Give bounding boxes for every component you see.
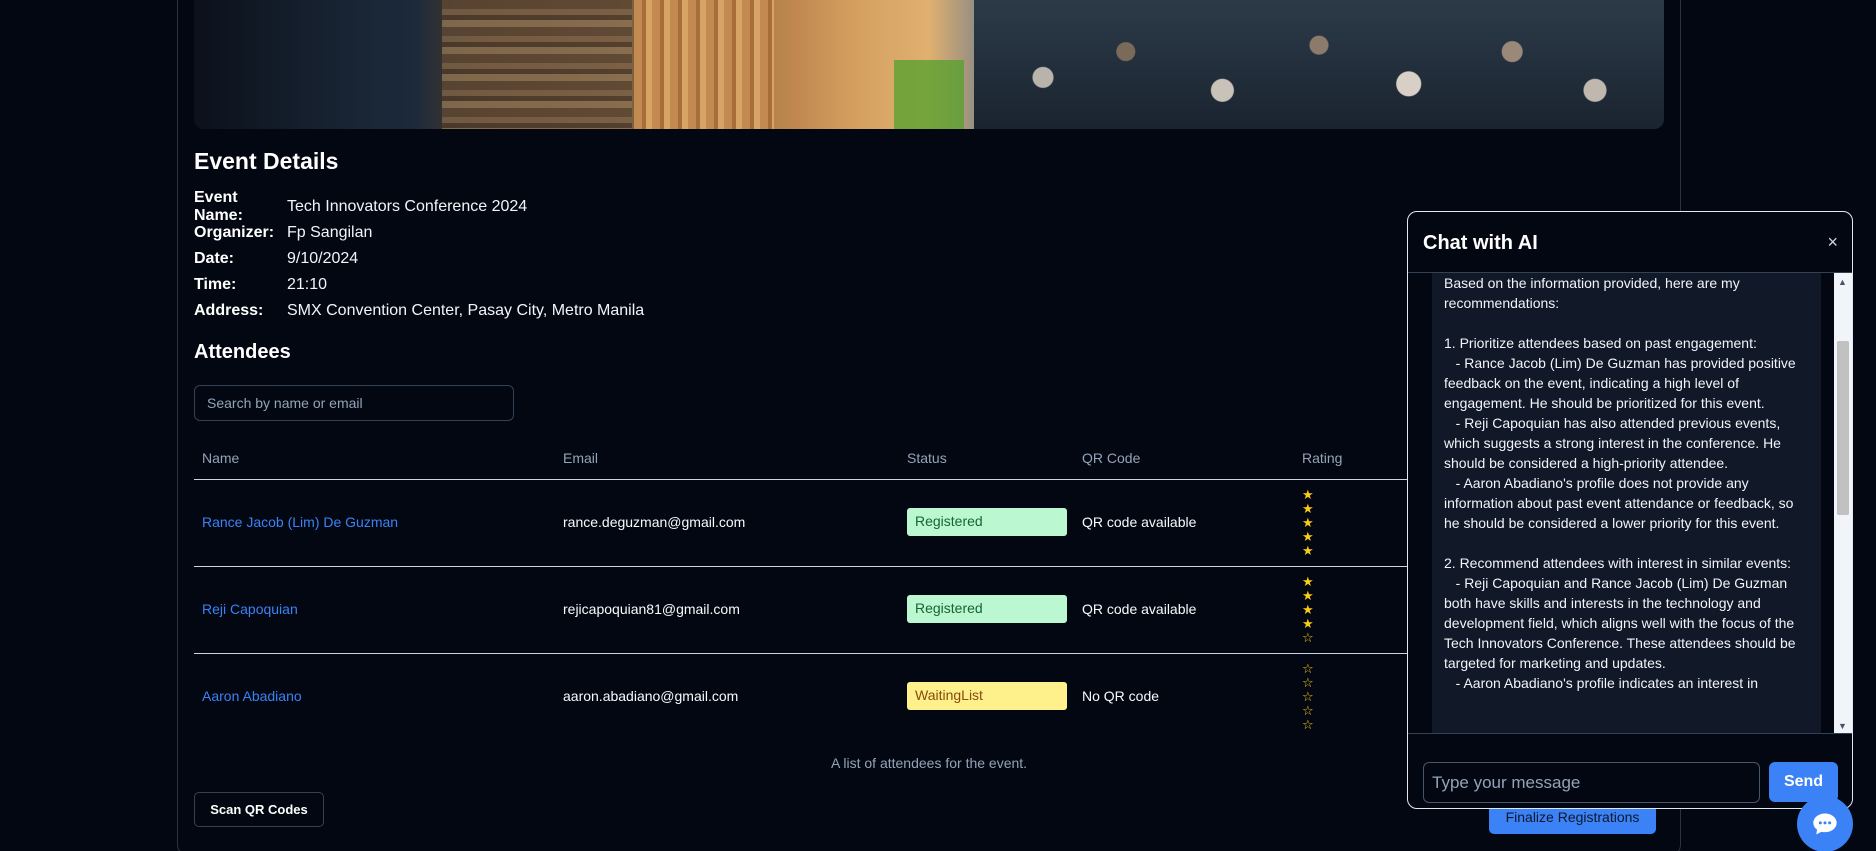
attendee-name-link[interactable]: Aaron Abadiano — [202, 688, 302, 704]
qr-code-status: QR code available — [1082, 514, 1197, 530]
attendee-name-link[interactable]: Reji Capoquian — [202, 601, 298, 617]
detail-label: Organizer: — [194, 224, 275, 241]
detail-value: SMX Convention Center, Pasay City, Metro… — [287, 302, 645, 319]
scan-qr-codes-button[interactable]: Scan QR Codes — [194, 792, 324, 827]
table-row: Rance Jacob (Lim) De Guzman rance.deguzm… — [194, 480, 1409, 567]
qr-code-status: QR code available — [1082, 601, 1197, 617]
detail-row-date: Date: 9/10/2024 — [194, 246, 644, 272]
chat-scrollbar[interactable]: ▲ ▼ — [1834, 273, 1852, 733]
column-header-status: Status — [907, 450, 947, 466]
attendee-name-link[interactable]: Rance Jacob (Lim) De Guzman — [202, 514, 398, 530]
detail-row-organizer: Organizer: Fp Sangilan — [194, 220, 644, 246]
close-icon[interactable]: × — [1827, 232, 1838, 253]
detail-row-address: Address: SMX Convention Center, Pasay Ci… — [194, 298, 644, 324]
detail-value: 21:10 — [287, 276, 328, 293]
detail-label: Date: — [194, 250, 235, 267]
column-header-qr-code: QR Code — [1082, 450, 1141, 466]
chat-bubble-icon — [1813, 813, 1837, 835]
rating-stars: ★ ★ ★ ★ ★ — [1302, 488, 1316, 558]
star-filled-icon: ★ — [1302, 602, 1314, 617]
chat-toggle-button[interactable] — [1797, 796, 1853, 851]
attendee-email: rejicapoquian81@gmail.com — [563, 601, 740, 617]
detail-label: Address: — [194, 302, 264, 319]
star-filled-icon: ★ — [1302, 487, 1314, 502]
chat-messages[interactable]: Based on the information provided, here … — [1408, 272, 1852, 734]
star-filled-icon: ★ — [1302, 529, 1314, 544]
star-filled-icon: ★ — [1302, 616, 1314, 631]
detail-label: Event Name: — [194, 189, 243, 224]
chat-header: Chat with AI × — [1408, 212, 1852, 272]
star-filled-icon: ★ — [1302, 574, 1314, 589]
status-badge: WaitingList — [907, 682, 1067, 710]
event-banner-image — [194, 0, 1664, 129]
detail-row-event-name: Event Name: Tech Innovators Conference 2… — [194, 189, 644, 224]
scroll-down-arrow-icon[interactable]: ▼ — [1838, 721, 1847, 731]
column-header-name: Name — [202, 450, 240, 466]
star-filled-icon: ★ — [1302, 515, 1314, 530]
chat-composer: Send — [1408, 735, 1852, 808]
event-details-list: Event Name: Tech Innovators Conference 2… — [194, 189, 644, 324]
rating-stars: ☆ ☆ ☆ ☆ ☆ — [1302, 662, 1316, 732]
scrollbar-thumb[interactable] — [1837, 341, 1849, 515]
status-badge: Registered — [907, 595, 1067, 623]
star-empty-icon: ☆ — [1302, 675, 1314, 690]
column-header-email: Email — [563, 450, 599, 466]
event-details-heading: Event Details — [194, 148, 339, 174]
attendees-heading: Attendees — [194, 341, 291, 363]
status-badge: Registered — [907, 508, 1067, 536]
table-row: Reji Capoquian rejicapoquian81@gmail.com… — [194, 567, 1409, 654]
attendee-email: aaron.abadiano@gmail.com — [563, 688, 739, 704]
chat-message-input[interactable] — [1423, 762, 1760, 803]
table-row: Aaron Abadiano aaron.abadiano@gmail.com … — [194, 654, 1409, 741]
star-filled-icon: ★ — [1302, 588, 1314, 603]
star-empty-icon: ☆ — [1302, 630, 1314, 645]
attendee-email: rance.deguzman@gmail.com — [563, 514, 746, 530]
star-empty-icon: ☆ — [1302, 661, 1314, 676]
star-filled-icon: ★ — [1302, 543, 1314, 558]
chat-title: Chat with AI — [1423, 232, 1538, 254]
detail-label: Time: — [194, 276, 237, 293]
star-empty-icon: ☆ — [1302, 703, 1314, 718]
star-empty-icon: ☆ — [1302, 717, 1314, 732]
detail-value: Tech Innovators Conference 2024 — [287, 198, 528, 215]
attendee-search-input[interactable] — [194, 385, 514, 421]
detail-value: 9/10/2024 — [287, 250, 359, 267]
detail-row-time: Time: 21:10 — [194, 272, 644, 298]
star-empty-icon: ☆ — [1302, 689, 1314, 704]
table-header: Name Email Status QR Code Rating — [194, 440, 1409, 480]
attendees-table: Name Email Status QR Code Rating Rance J… — [194, 440, 1409, 741]
scroll-up-arrow-icon[interactable]: ▲ — [1838, 277, 1847, 287]
star-filled-icon: ★ — [1302, 501, 1314, 516]
column-header-rating: Rating — [1302, 450, 1343, 466]
detail-value: Fp Sangilan — [287, 224, 373, 241]
rating-stars: ★ ★ ★ ★ ☆ — [1302, 575, 1316, 645]
ai-message: Based on the information provided, here … — [1432, 273, 1821, 733]
ai-chat-panel: Chat with AI × Based on the information … — [1407, 211, 1853, 809]
qr-code-status: No QR code — [1082, 688, 1160, 704]
